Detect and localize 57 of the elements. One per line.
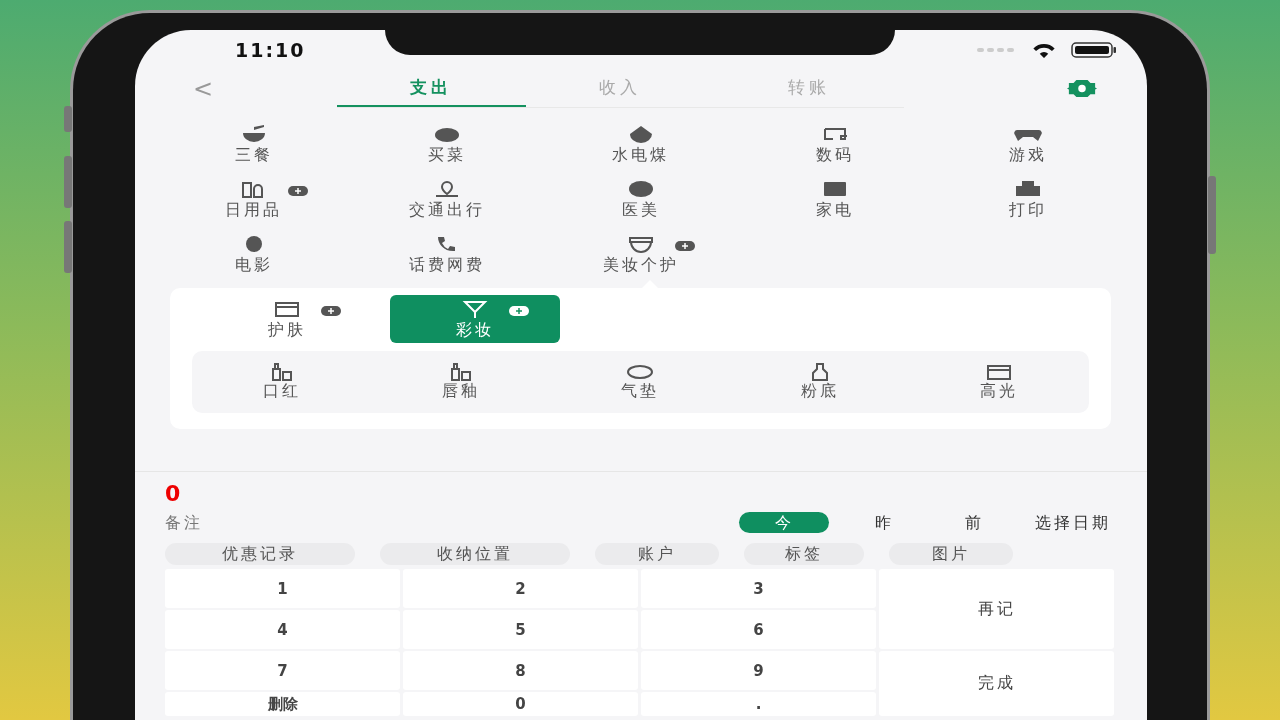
category-item[interactable]: 美妆个护	[544, 233, 738, 288]
keypad-key[interactable]: 1	[165, 569, 400, 608]
keypad-key[interactable]: 6	[641, 610, 876, 649]
category-item[interactable]: 交通出行	[350, 178, 545, 233]
option-chip[interactable]: 图片	[889, 543, 1013, 565]
category-item[interactable]: 数码	[737, 123, 932, 178]
category-item[interactable]: 买菜	[350, 123, 545, 178]
category-item[interactable]: 话费网费	[350, 233, 545, 288]
category-item[interactable]: 电影	[157, 233, 351, 288]
category-item[interactable]: 医美	[544, 178, 738, 233]
printer-icon	[1014, 180, 1043, 198]
jar-icon	[627, 235, 655, 253]
again-button[interactable]: 再记	[879, 569, 1114, 649]
note-field[interactable]: 备注	[165, 513, 285, 532]
keypad-key[interactable]: 0	[403, 692, 638, 716]
category-item[interactable]: 水电煤	[544, 123, 738, 178]
category-item[interactable]: 游戏	[931, 123, 1125, 178]
category-item[interactable]: 家电	[737, 178, 932, 233]
subcategory-tab[interactable]: 彩妆	[390, 295, 560, 343]
category-item[interactable]: 日用品	[157, 178, 351, 233]
wifi-icon	[1031, 41, 1057, 59]
keypad-key[interactable]: 4	[165, 610, 400, 649]
category-item[interactable]: 三餐	[157, 123, 351, 178]
status-time: 11:10	[235, 39, 306, 61]
item-option[interactable]: 粉底	[800, 362, 839, 402]
keypad-key[interactable]: 8	[403, 651, 638, 690]
date-option[interactable]: 前	[939, 512, 1009, 533]
category-item[interactable]: 打印	[931, 178, 1125, 233]
signal-icon	[977, 47, 1017, 53]
option-chip[interactable]: 标签	[744, 543, 864, 565]
battery-icon	[1071, 42, 1117, 58]
keypad-key[interactable]: 2	[403, 569, 638, 608]
option-chip[interactable]: 账户	[595, 543, 719, 565]
keypad-key[interactable]: 5	[403, 610, 638, 649]
tab[interactable]: 支出	[336, 69, 526, 107]
keypad-key[interactable]: .	[641, 692, 876, 716]
jar-icon	[985, 362, 1014, 381]
fan-brush-icon	[461, 299, 489, 318]
keypad-key[interactable]: 9	[641, 651, 876, 690]
option-chip[interactable]: 优惠记录	[165, 543, 355, 565]
settings-icon[interactable]	[1067, 79, 1097, 98]
date-option[interactable]: 选择日期	[1029, 512, 1117, 533]
date-option[interactable]: 今	[739, 512, 829, 533]
compact-icon	[626, 362, 655, 381]
done-button[interactable]: 完成	[879, 651, 1114, 716]
item-option[interactable]: 口红	[262, 362, 301, 402]
amount-display: 0	[165, 481, 182, 507]
item-option[interactable]: 唇釉	[442, 362, 481, 402]
item-option[interactable]: 高光	[980, 362, 1019, 402]
item-option[interactable]: 气垫	[621, 362, 660, 402]
subcategory-tab[interactable]: 护肤	[212, 295, 362, 343]
keypad-key[interactable]: 7	[165, 651, 400, 690]
date-option[interactable]: 昨	[849, 512, 919, 533]
keypad-key[interactable]: 删除	[165, 692, 400, 716]
option-chip[interactable]: 收纳位置	[380, 543, 570, 565]
jar-icon	[273, 299, 301, 318]
keypad-key[interactable]: 3	[641, 569, 876, 608]
